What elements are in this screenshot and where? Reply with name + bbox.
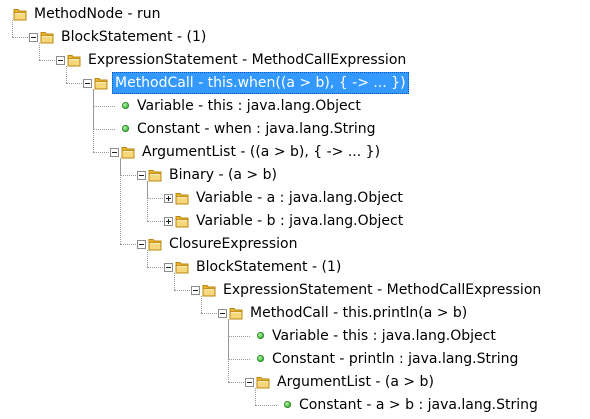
tree-node-blockstatement-1[interactable]: BlockStatement - (1): [0, 26, 590, 48]
folder-icon: [147, 167, 163, 183]
expand-icon[interactable]: [164, 217, 173, 226]
tree-node-constant-a-b-java-lang-string[interactable]: Constant - a > b : java.lang.String: [0, 394, 590, 416]
tree-node-label[interactable]: MethodCall - this.println(a > b): [247, 302, 470, 324]
tree-node-variable-b-java-lang-object[interactable]: Variable - b : java.lang.Object: [0, 210, 590, 232]
collapse-icon[interactable]: [110, 148, 119, 157]
ast-tree-view: MethodNode - run BlockStatement - (1) Expr…: [0, 0, 590, 419]
collapse-icon[interactable]: [245, 378, 254, 387]
folder-icon: [255, 374, 271, 390]
collapse-icon[interactable]: [29, 33, 38, 42]
tree-node-methodcall-this-when-a-b[interactable]: MethodCall - this.when((a > b), { -> ...…: [0, 72, 590, 94]
tree-node-label[interactable]: ClosureExpression: [166, 233, 300, 255]
tree-node-label[interactable]: Binary - (a > b): [166, 164, 280, 186]
tree-node-constant-println-java-lang-string[interactable]: Constant - println : java.lang.String: [0, 348, 590, 370]
green-dot-icon: [257, 332, 264, 339]
tree-node-label[interactable]: ArgumentList - ((a > b), { -> ... }): [139, 141, 383, 163]
collapse-icon[interactable]: [137, 240, 146, 249]
tree-node-label[interactable]: ExpressionStatement - MethodCallExpressi…: [85, 49, 409, 71]
folder-icon: [201, 282, 217, 298]
tree-guide-line: [120, 158, 121, 244]
tree-node-label[interactable]: Constant - when : java.lang.String: [134, 118, 379, 140]
green-dot-icon: [257, 355, 264, 362]
tree-node-blockstatement-1[interactable]: BlockStatement - (1): [0, 256, 590, 278]
folder-icon: [174, 213, 190, 229]
expand-icon[interactable]: [164, 194, 173, 203]
tree-node-label[interactable]: MethodNode - run: [31, 3, 164, 25]
tree-node-label[interactable]: Constant - a > b : java.lang.String: [296, 394, 541, 416]
folder-icon: [228, 305, 244, 321]
green-dot-icon: [122, 125, 129, 132]
tree-node-methodcall-this-println-a-b[interactable]: MethodCall - this.println(a > b): [0, 302, 590, 324]
tree-node-label[interactable]: BlockStatement - (1): [193, 256, 344, 278]
tree-node-variable-this-java-lang-object[interactable]: Variable - this : java.lang.Object: [0, 95, 590, 117]
tree-node-label[interactable]: Variable - this : java.lang.Object: [134, 95, 364, 117]
tree-node-label[interactable]: MethodCall - this.when((a > b), { -> ...…: [112, 72, 409, 94]
tree-node-label[interactable]: ArgumentList - (a > b): [274, 371, 437, 393]
folder-icon: [147, 236, 163, 252]
folder-icon: [120, 144, 136, 160]
collapse-icon[interactable]: [137, 171, 146, 180]
folder-icon: [174, 259, 190, 275]
tree-node-closureexpression[interactable]: ClosureExpression: [0, 233, 590, 255]
tree-node-argumentlist-a-b[interactable]: ArgumentList - ((a > b), { -> ... }): [0, 141, 590, 163]
tree-node-label[interactable]: Variable - b : java.lang.Object: [193, 210, 406, 232]
collapse-icon[interactable]: [191, 286, 200, 295]
tree-node-label[interactable]: BlockStatement - (1): [58, 26, 209, 48]
tree-node-constant-when-java-lang-string[interactable]: Constant - when : java.lang.String: [0, 118, 590, 140]
folder-icon: [66, 52, 82, 68]
collapse-icon[interactable]: [56, 56, 65, 65]
tree-node-label[interactable]: ExpressionStatement - MethodCallExpressi…: [220, 279, 544, 301]
tree-node-methodnode-run[interactable]: MethodNode - run: [0, 3, 590, 25]
folder-icon: [174, 190, 190, 206]
tree-node-variable-this-java-lang-object[interactable]: Variable - this : java.lang.Object: [0, 325, 590, 347]
folder-icon: [39, 29, 55, 45]
green-dot-icon: [122, 102, 129, 109]
tree-node-argumentlist-a-b[interactable]: ArgumentList - (a > b): [0, 371, 590, 393]
collapse-icon[interactable]: [83, 79, 92, 88]
tree-node-expressionstatement-methodcallexpression[interactable]: ExpressionStatement - MethodCallExpressi…: [0, 279, 590, 301]
tree-node-variable-a-java-lang-object[interactable]: Variable - a : java.lang.Object: [0, 187, 590, 209]
green-dot-icon: [284, 401, 291, 408]
folder-icon: [12, 6, 28, 22]
tree-node-binary-a-b[interactable]: Binary - (a > b): [0, 164, 590, 186]
collapse-icon[interactable]: [218, 309, 227, 318]
folder-icon: [93, 75, 109, 91]
collapse-icon[interactable]: [164, 263, 173, 272]
tree-node-expressionstatement-methodcallexpression[interactable]: ExpressionStatement - MethodCallExpressi…: [0, 49, 590, 71]
tree-node-label[interactable]: Variable - this : java.lang.Object: [269, 325, 499, 347]
tree-node-label[interactable]: Variable - a : java.lang.Object: [193, 187, 406, 209]
tree-node-label[interactable]: Constant - println : java.lang.String: [269, 348, 521, 370]
